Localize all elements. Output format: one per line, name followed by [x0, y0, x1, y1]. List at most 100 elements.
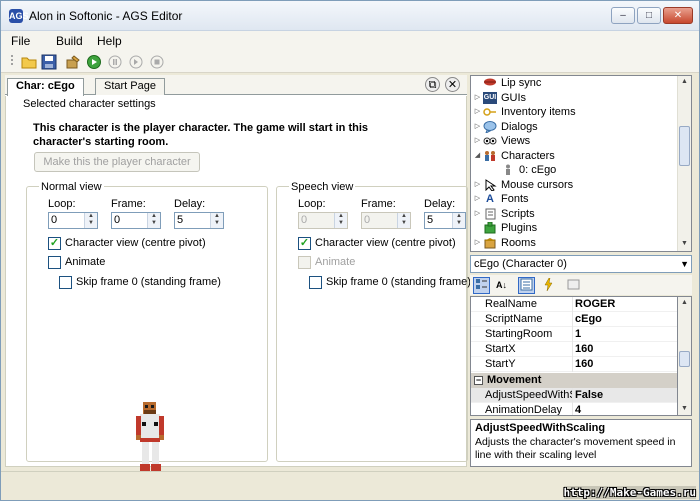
property-value[interactable]: 160	[575, 342, 593, 357]
property-value[interactable]: 160	[575, 357, 593, 372]
right-pane: Lip sync ▷ GUI GUIs ▷ Inventory items ▷ D…	[470, 75, 692, 467]
speech-frame-input[interactable]: 0 ▲ ▼	[361, 212, 411, 229]
tree-item-inventory-items[interactable]: ▷ Inventory items	[475, 105, 576, 119]
expand-icon[interactable]: ▷	[473, 194, 482, 203]
property-pages-icon[interactable]	[565, 277, 582, 294]
speech-loop-input[interactable]: 0 ▲ ▼	[298, 212, 348, 229]
close-button[interactable]: ✕	[663, 7, 693, 24]
property-name: RealName	[485, 297, 573, 312]
maximize-button[interactable]: □	[637, 7, 661, 24]
normal-loop-spinner-icon[interactable]: ▲ ▼	[84, 213, 97, 228]
property-row[interactable]: RealName ROGER	[471, 297, 677, 312]
properties-icon[interactable]	[518, 277, 535, 294]
normal-delay-spinner-icon[interactable]: ▲ ▼	[210, 213, 223, 228]
property-row-selected[interactable]: AdjustSpeedWithSc False	[471, 388, 677, 403]
toolbar	[1, 51, 699, 73]
property-value[interactable]: cEgo	[575, 312, 602, 327]
property-row[interactable]: ScriptName cEgo	[471, 312, 677, 327]
scroll-up-icon[interactable]: ▲	[678, 297, 691, 309]
expand-icon[interactable]: ▷	[473, 122, 482, 131]
run-icon[interactable]	[86, 54, 102, 70]
property-value[interactable]: 1	[575, 327, 581, 342]
save-icon[interactable]	[41, 54, 57, 70]
normal-delay-input[interactable]: 5 ▲ ▼	[174, 212, 224, 229]
tree-item-plugins[interactable]: Plugins	[483, 221, 537, 235]
expand-icon[interactable]: ▷	[473, 107, 482, 116]
make-player-character-button[interactable]: Make this the player character	[34, 152, 200, 172]
float-tab-icon[interactable]: ⧉	[425, 77, 440, 92]
normal-frame-spinner-icon[interactable]: ▲ ▼	[147, 213, 160, 228]
property-row[interactable]: StartY 160	[471, 357, 677, 372]
normal-frame-input[interactable]: 0 ▲ ▼	[111, 212, 161, 229]
alphabetical-icon[interactable]: A↓	[493, 277, 510, 294]
build-icon[interactable]	[65, 54, 81, 70]
lips-icon	[483, 77, 497, 89]
speech-skip-frame-checkbox[interactable]	[309, 276, 322, 289]
speech-delay-input[interactable]: 5 ▲ ▼	[424, 212, 466, 229]
property-value[interactable]: ROGER	[575, 297, 615, 312]
scroll-down-icon[interactable]: ▼	[678, 238, 691, 250]
property-object-value: cEgo (Character 0)	[474, 258, 567, 270]
menu-help[interactable]: Help	[97, 34, 122, 48]
scroll-down-icon[interactable]: ▼	[678, 403, 691, 415]
categorized-icon[interactable]	[473, 277, 490, 294]
speech-character-view-checkbox[interactable]: ✓	[298, 237, 311, 250]
normal-animate-checkbox[interactable]	[48, 256, 61, 269]
pause-icon[interactable]	[107, 54, 123, 70]
speech-frame-value: 0	[364, 214, 371, 226]
speech-frame-spinner-icon[interactable]: ▲ ▼	[397, 213, 410, 228]
speech-loop-value: 0	[301, 214, 308, 226]
normal-character-view-checkbox[interactable]: ✓	[48, 237, 61, 250]
tree-item-fonts[interactable]: ▷ A Fonts	[475, 192, 529, 206]
tree-item-dialogs[interactable]: ▷ Dialogs	[475, 120, 538, 135]
speech-loop-spinner-icon[interactable]: ▲ ▼	[334, 213, 347, 228]
normal-loop-value: 0	[51, 214, 58, 226]
expand-icon[interactable]: ▷	[473, 93, 482, 102]
tree-item-characters[interactable]: ◢ Characters	[475, 149, 555, 163]
open-folder-icon[interactable]	[21, 54, 37, 70]
normal-skip-frame-checkbox[interactable]	[59, 276, 72, 289]
tree-item-lip-sync[interactable]: Lip sync	[483, 76, 541, 90]
expand-icon[interactable]: ▷	[473, 209, 482, 218]
tree-item-guis[interactable]: ▷ GUI GUIs	[475, 91, 526, 105]
speech-animate-checkbox[interactable]	[298, 256, 311, 269]
menu-file[interactable]: File	[11, 34, 30, 48]
tree-item-views[interactable]: ▷ Views	[475, 134, 530, 148]
tab-start-page[interactable]: Start Page	[95, 78, 165, 95]
minimize-button[interactable]: –	[611, 7, 635, 24]
property-value[interactable]: 4	[575, 403, 581, 415]
tree-item-rooms[interactable]: ▷ Rooms	[475, 236, 536, 250]
close-tab-icon[interactable]: ✕	[445, 77, 460, 92]
step-icon[interactable]	[128, 54, 144, 70]
expand-icon[interactable]: ▷	[473, 238, 482, 247]
tree-item-cego[interactable]: 0: cEgo	[501, 163, 556, 177]
scroll-up-icon[interactable]: ▲	[678, 76, 691, 88]
property-scrollbar[interactable]: ▲ ▼	[678, 296, 692, 416]
tree-scroll-thumb[interactable]	[679, 126, 690, 166]
normal-loop-input[interactable]: 0 ▲ ▼	[48, 212, 98, 229]
property-row[interactable]: AnimationDelay 4	[471, 403, 677, 415]
speech-delay-spinner-icon[interactable]: ▲ ▼	[452, 213, 465, 228]
expand-icon[interactable]: ▷	[473, 136, 482, 145]
collapse-icon[interactable]: −	[474, 376, 483, 385]
title-bar[interactable]: AGS Alon in Softonic - AGS Editor – □ ✕	[1, 1, 699, 31]
menu-build[interactable]: Build	[56, 34, 83, 48]
property-name: AnimationDelay	[485, 403, 573, 415]
property-object-select[interactable]: cEgo (Character 0) ▼	[470, 255, 692, 273]
property-value[interactable]: False	[575, 388, 603, 403]
tree-item-scripts[interactable]: ▷ Scripts	[475, 207, 535, 221]
tree-item-mouse-cursors[interactable]: ▷ Mouse cursors	[475, 178, 573, 192]
tab-char-cego[interactable]: Char: cEgo	[7, 78, 84, 96]
property-description-text: Adjusts the character's movement speed i…	[475, 436, 676, 461]
events-icon[interactable]	[540, 277, 557, 294]
chevron-down-icon[interactable]: ▼	[680, 256, 689, 272]
property-scroll-thumb[interactable]	[679, 351, 690, 367]
property-row[interactable]: StartX 160	[471, 342, 677, 357]
property-row[interactable]: StartingRoom 1	[471, 327, 677, 342]
stop-icon[interactable]	[149, 54, 165, 70]
property-category-movement[interactable]: − Movement	[471, 373, 677, 388]
tree-scrollbar[interactable]: ▲ ▼	[677, 76, 691, 251]
collapse-icon[interactable]: ◢	[473, 151, 482, 160]
expand-icon[interactable]: ▷	[473, 180, 482, 189]
cursor-icon	[483, 179, 497, 192]
